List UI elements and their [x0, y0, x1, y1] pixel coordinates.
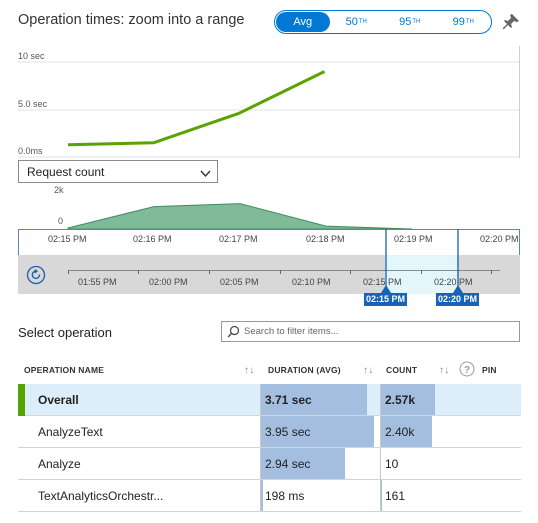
table-row[interactable]: Overall 3.71 sec 2.57k [18, 384, 521, 416]
y-tick-label: 5.0 sec [18, 99, 48, 109]
brush-tick [138, 270, 139, 274]
brush-tick-label: 02:05 PM [220, 277, 259, 287]
x-tick-label: 02:19 PM [394, 234, 433, 244]
table-row[interactable]: AnalyzeText 3.95 sec 2.40k [18, 416, 521, 448]
x-tick-label: 02:17 PM [219, 234, 258, 244]
svg-text:?: ? [464, 365, 470, 376]
y-tick-label: 10 sec [18, 51, 45, 61]
x-tick-label: 02:20 PM [480, 234, 519, 244]
duration-series-line [67, 70, 326, 147]
request-count-chart: 2k 0 [18, 184, 520, 230]
count-value: 161 [385, 489, 406, 503]
row-selected-indicator [18, 384, 25, 416]
percentile-toggle: Avg 50 TH 95 TH 99 TH [274, 10, 492, 34]
operation-name: TextAnalyticsOrchestr... [38, 489, 164, 503]
metric-dropdown[interactable]: Request count [18, 160, 218, 183]
percentile-95th-button[interactable]: 95 TH [383, 12, 437, 32]
request-count-area [67, 203, 413, 230]
column-divider [380, 448, 381, 479]
page-title: Operation times: zoom into a range [18, 12, 245, 28]
brush-selection[interactable] [385, 255, 457, 294]
brush-tick [209, 270, 210, 274]
brush-tick [350, 270, 351, 274]
column-header-duration[interactable]: DURATION (AVG) [268, 365, 341, 375]
reset-zoom-icon[interactable] [26, 265, 46, 285]
percentile-50th-button[interactable]: 50 TH [330, 12, 384, 32]
brush-tick [68, 270, 69, 274]
sort-icon[interactable]: ↑↓ [439, 365, 449, 376]
brush-axis-line [68, 270, 500, 271]
duration-value: 198 ms [265, 489, 305, 503]
table-row[interactable]: Analyze 2.94 sec 10 [18, 448, 521, 480]
brush-start-label: 02:15 PM [364, 293, 408, 306]
operations-table: OPERATION NAME ↑↓ DURATION (AVG) ↑↓ COUN… [18, 357, 521, 512]
count-value: 2.57k [385, 393, 416, 407]
percentile-99th-button[interactable]: 99 TH [437, 12, 491, 32]
sort-icon[interactable]: ↑↓ [363, 365, 373, 376]
brush-tick [421, 270, 422, 274]
count-value: 10 [385, 457, 399, 471]
x-tick-label: 02:16 PM [133, 234, 172, 244]
brush-handle-end[interactable] [450, 229, 466, 295]
x-tick-label: 02:18 PM [306, 234, 345, 244]
time-range-brush[interactable]: 01:55 PM 02:00 PM 02:05 PM 02:10 PM 02:1… [18, 255, 520, 294]
operation-name: Overall [38, 393, 79, 407]
operation-name: AnalyzeText [38, 425, 103, 439]
table-header: OPERATION NAME ↑↓ DURATION (AVG) ↑↓ COUN… [18, 357, 521, 384]
y-tick-label: 0.0ms [18, 146, 43, 156]
search-icon [227, 325, 240, 341]
column-header-name[interactable]: OPERATION NAME [24, 365, 104, 375]
y-tick-label: 2k [54, 185, 64, 195]
duration-line-chart: 10 sec 5.0 sec 0.0ms [18, 46, 520, 158]
time-axis: 02:15 PM 02:16 PM 02:17 PM 02:18 PM 02:1… [18, 229, 520, 255]
search-placeholder: Search to filter items... [244, 326, 339, 337]
brush-end-label: 02:20 PM [436, 293, 480, 306]
duration-value: 2.94 sec [265, 457, 311, 471]
brush-handle-start[interactable] [378, 229, 394, 295]
sort-icon[interactable]: ↑↓ [244, 365, 254, 376]
chevron-down-icon [200, 167, 211, 181]
column-header-count[interactable]: COUNT [386, 365, 417, 375]
y-tick-label: 0 [58, 216, 63, 226]
brush-tick-label: 02:00 PM [149, 277, 188, 287]
duration-value: 3.95 sec [265, 425, 311, 439]
help-icon[interactable]: ? [459, 361, 475, 379]
duration-value: 3.71 sec [265, 393, 312, 407]
operation-name: Analyze [38, 457, 81, 471]
metric-dropdown-value: Request count [27, 165, 105, 179]
count-bar [381, 480, 382, 511]
duration-bar [261, 480, 263, 511]
x-tick-label: 02:15 PM [48, 234, 87, 244]
brush-tick [491, 270, 492, 274]
pin-icon[interactable] [501, 12, 521, 32]
brush-tick-label: 01:55 PM [78, 277, 117, 287]
search-input[interactable]: Search to filter items... [221, 321, 520, 342]
percentile-avg-button[interactable]: Avg [276, 12, 330, 32]
column-header-pin: PIN [482, 365, 497, 375]
count-value: 2.40k [385, 425, 415, 439]
brush-tick [280, 270, 281, 274]
select-operation-heading: Select operation [18, 325, 112, 340]
brush-tick-label: 02:10 PM [292, 277, 331, 287]
table-row[interactable]: TextAnalyticsOrchestr... 198 ms 161 [18, 480, 521, 512]
